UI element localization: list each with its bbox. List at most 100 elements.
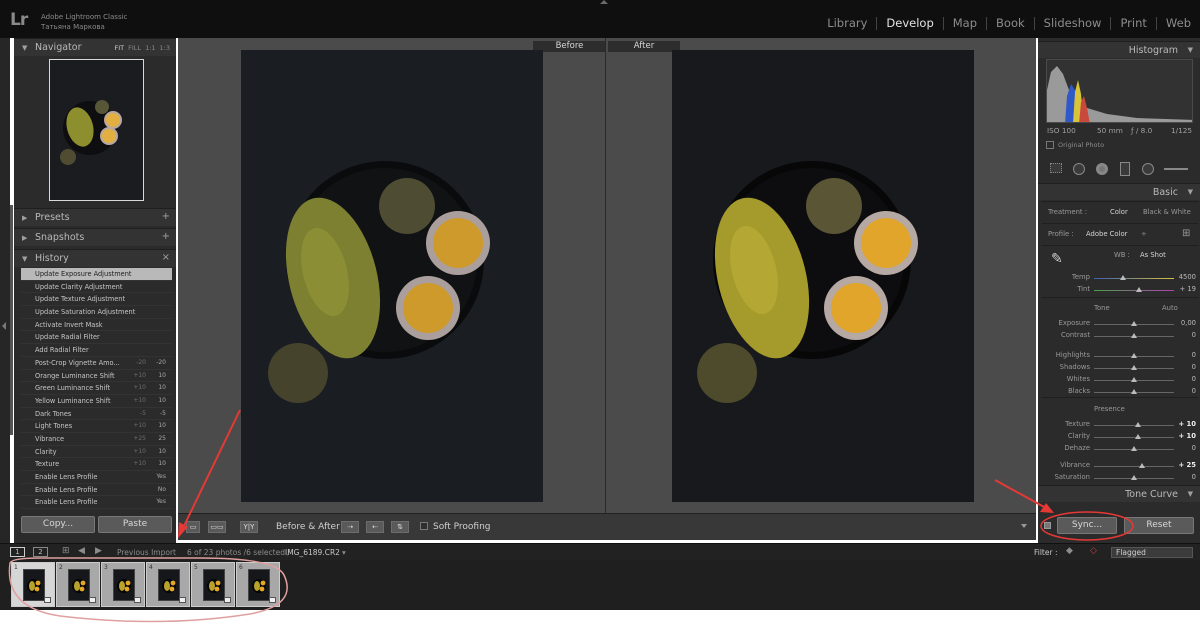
loupe-view-icon[interactable]: ▭ [186, 521, 200, 533]
slider-clarity[interactable] [1094, 434, 1174, 439]
slider-value-dehaze[interactable]: 0 [1192, 444, 1196, 452]
filmstrip-thumbnail[interactable]: 3 [101, 562, 145, 607]
profile-browser-icon[interactable]: ⊞ [1182, 228, 1190, 239]
before-photo[interactable] [241, 50, 543, 502]
history-item[interactable]: Yellow Luminance Shift +10 10 [21, 394, 172, 408]
tone-curve-header[interactable]: Tone Curve ▼ [1038, 485, 1200, 502]
module-web[interactable]: Web [1155, 17, 1200, 30]
expand-triangle-icon[interactable]: ▼ [1188, 490, 1193, 498]
module-map[interactable]: Map [942, 17, 986, 30]
basic-header[interactable]: Basic ▼ [1038, 183, 1200, 200]
slider-knob[interactable] [1131, 377, 1137, 382]
wb-eyedropper-icon[interactable]: ✎ [1051, 251, 1063, 267]
clear-history-icon[interactable]: × [162, 252, 170, 263]
slider-value-texture[interactable]: + 10 [1178, 420, 1196, 428]
paste-button[interactable]: Paste [98, 516, 172, 533]
slider-value-clarity[interactable]: + 10 [1178, 432, 1196, 440]
slider-value-saturation[interactable]: 0 [1192, 473, 1196, 481]
slider-knob[interactable] [1135, 287, 1142, 292]
reset-button[interactable]: Reset [1124, 517, 1194, 534]
forward-arrow-icon[interactable]: ▶ [95, 546, 102, 556]
zoom-fill[interactable]: FILL [128, 44, 141, 52]
reject-filter-icon[interactable]: ◇ [1090, 546, 1097, 556]
main-window-button[interactable]: 1 [10, 547, 25, 557]
history-item[interactable]: Update Saturation Adjustment [21, 306, 172, 319]
slider-value-exposure[interactable]: 0,00 [1181, 319, 1196, 327]
panel-toggle-top-icon[interactable] [600, 0, 608, 4]
module-print[interactable]: Print [1110, 17, 1155, 30]
history-item[interactable]: Enable Lens Profile Yes [21, 471, 172, 484]
sync-button[interactable]: Sync... [1057, 517, 1117, 534]
history-item[interactable]: Enable Lens Profile No [21, 483, 172, 497]
auto-sync-switch[interactable] [1044, 522, 1051, 529]
develop-settings-badge-icon[interactable] [44, 597, 51, 603]
treatment-bw-option[interactable]: Black & White [1143, 208, 1191, 216]
slider-blacks[interactable] [1094, 389, 1174, 394]
module-library[interactable]: Library [818, 17, 876, 30]
slider-value-highlights[interactable]: 0 [1192, 351, 1196, 359]
slider-contrast[interactable] [1094, 333, 1174, 338]
filmstrip-thumbnail[interactable]: 5 [191, 562, 235, 607]
after-photo[interactable] [672, 50, 974, 502]
adjustment-brush-icon[interactable] [1164, 168, 1188, 170]
history-item[interactable]: Dark Tones -5 -5 [21, 407, 172, 421]
module-book[interactable]: Book [986, 17, 1034, 30]
zoom-1-3[interactable]: 1:3 [160, 44, 170, 52]
slider-value-tint[interactable]: + 19 [1179, 285, 1196, 293]
module-develop[interactable]: Develop [876, 17, 942, 30]
history-item[interactable]: Update Exposure Adjustment [21, 268, 172, 281]
slider-knob[interactable] [1131, 333, 1137, 338]
expand-triangle-icon[interactable]: ▼ [22, 44, 27, 52]
develop-settings-badge-icon[interactable] [269, 597, 276, 603]
navigator-preview[interactable] [49, 59, 144, 201]
history-item[interactable]: Update Clarity Adjustment [21, 280, 172, 294]
source-label[interactable]: Previous Import [117, 548, 176, 557]
left-scrollbar[interactable] [10, 205, 13, 435]
tone-auto-button[interactable]: Auto [1162, 304, 1178, 312]
profile-dropdown-chevron-icon[interactable]: ÷ [1141, 230, 1147, 238]
slider-knob[interactable] [1119, 275, 1126, 280]
develop-settings-badge-icon[interactable] [89, 597, 96, 603]
slider-dehaze[interactable] [1094, 446, 1174, 451]
slider-vibrance[interactable] [1094, 463, 1174, 468]
develop-settings-badge-icon[interactable] [224, 597, 231, 603]
history-item[interactable]: Texture +10 10 [21, 458, 172, 471]
navigator-header[interactable]: ▼ Navigator FIT FILL 1:1 1:3 [14, 38, 176, 56]
crop-tool-icon[interactable] [1050, 163, 1062, 173]
toolbar-options-icon[interactable] [1021, 524, 1027, 528]
slider-saturation[interactable] [1094, 475, 1174, 480]
slider-knob[interactable] [1135, 422, 1141, 427]
expand-triangle-icon[interactable]: ▼ [22, 255, 27, 263]
soft-proofing-checkbox[interactable] [420, 522, 428, 530]
before-after-mode-icon[interactable]: ▭▭ [208, 521, 226, 533]
develop-settings-badge-icon[interactable] [134, 597, 141, 603]
slider-highlights[interactable] [1094, 353, 1174, 358]
secondary-window-button[interactable]: 2 [33, 547, 48, 557]
slider-value-temp[interactable]: 4500 [1179, 273, 1196, 281]
copy-button[interactable]: Copy... [21, 516, 95, 533]
original-photo-toggle[interactable]: Original Photo [1046, 141, 1104, 149]
slider-value-vibrance[interactable]: + 25 [1178, 461, 1196, 469]
slider-knob[interactable] [1131, 475, 1137, 480]
history-item[interactable]: Green Luminance Shift +10 10 [21, 382, 172, 395]
slider-tint[interactable] [1094, 287, 1174, 292]
slider-knob[interactable] [1131, 389, 1137, 394]
red-eye-icon[interactable] [1096, 163, 1108, 175]
history-item[interactable]: Light Tones +10 10 [21, 420, 172, 433]
slider-knob[interactable] [1131, 446, 1137, 451]
filmstrip-thumbnail[interactable]: 4 [146, 562, 190, 607]
collapsed-triangle-icon[interactable]: ▶ [22, 214, 27, 222]
expand-triangle-icon[interactable]: ▼ [1188, 46, 1193, 54]
slider-whites[interactable] [1094, 377, 1174, 382]
current-filename[interactable]: IMG_6189.CR2 [285, 548, 340, 557]
history-item[interactable]: Add Radial Filter [21, 344, 172, 357]
swap-settings-icon[interactable]: ⇅ [391, 521, 409, 533]
slider-knob[interactable] [1131, 321, 1137, 326]
slider-value-blacks[interactable]: 0 [1192, 387, 1196, 395]
history-item[interactable]: Clarity +10 10 [21, 445, 172, 459]
wb-dropdown[interactable]: As Shot [1140, 251, 1166, 259]
history-header[interactable]: ▼ History × [14, 249, 176, 267]
history-item[interactable]: Post-Crop Vignette Amo... -20 -20 [21, 356, 172, 370]
slider-value-whites[interactable]: 0 [1192, 375, 1196, 383]
develop-settings-badge-icon[interactable] [179, 597, 186, 603]
